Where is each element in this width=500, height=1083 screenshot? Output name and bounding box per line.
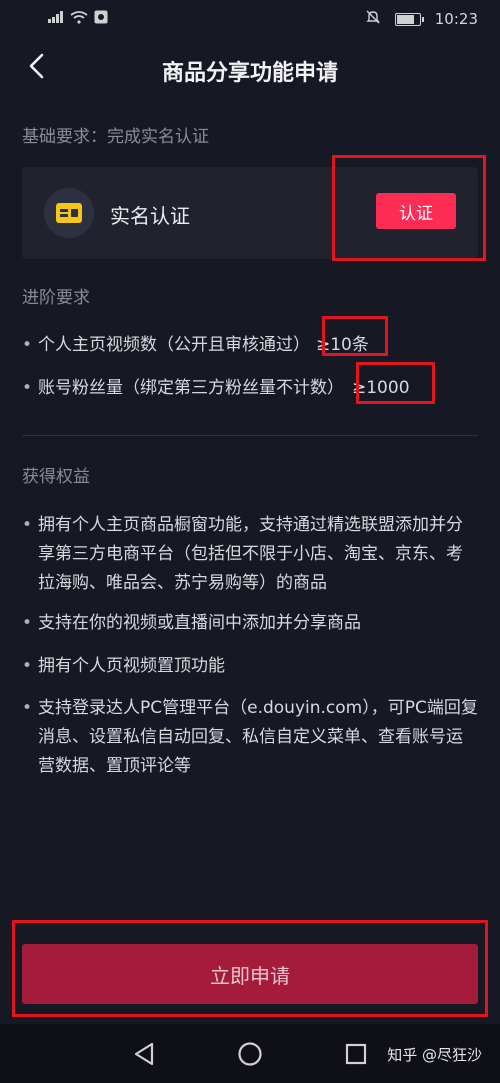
benefit-text: 支持登录达人PC管理平台（e.douyin.com），可PC端回复消息、设置私信…	[38, 698, 478, 776]
triangle-back-icon[interactable]	[130, 1040, 158, 1068]
battery-icon	[394, 12, 424, 26]
section-divider	[22, 435, 478, 436]
highlight-box-apply	[12, 920, 488, 1017]
highlight-box-verify	[332, 155, 486, 261]
highlight-box-videos	[322, 316, 388, 356]
requirement-item-followers: • 账号粉丝量（绑定第三方粉丝量不计数） ≥1000	[22, 373, 410, 398]
requirement-text: 账号粉丝量（绑定第三方粉丝量不计数）	[38, 378, 344, 398]
bullet-icon: •	[22, 335, 33, 355]
circle-home-icon[interactable]	[236, 1040, 264, 1068]
benefit-item: • 拥有个人主页商品橱窗功能，支持通过精选联盟添加并分享第三方电商平台（包括但不…	[22, 511, 478, 598]
signal-icon	[48, 11, 64, 27]
watermark: 知乎 @尽狂沙	[387, 1046, 482, 1064]
benefit-item: • 支持登录达人PC管理平台（e.douyin.com），可PC端回复消息、设置…	[22, 694, 478, 781]
id-card-icon	[44, 188, 94, 238]
benefit-item: • 拥有个人页视频置顶功能	[22, 652, 478, 681]
bullet-icon: •	[22, 656, 33, 676]
page-title: 商品分享功能申请	[161, 61, 338, 86]
requirement-text: 个人主页视频数（公开且审核通过）	[38, 335, 310, 355]
highlight-box-followers	[356, 362, 435, 404]
real-name-label: 实名认证	[110, 204, 190, 228]
benefit-text: 支持在你的视频或直播间中添加并分享商品	[38, 613, 361, 633]
bullet-icon: •	[22, 613, 33, 633]
top-nav-bar: 商品分享功能申请	[0, 38, 500, 100]
wifi-icon	[70, 10, 88, 28]
app-notification-icon	[94, 10, 108, 28]
mute-bell-icon	[365, 9, 381, 29]
bullet-icon: •	[22, 378, 33, 398]
benefit-text: 拥有个人主页商品橱窗功能，支持通过精选联盟添加并分享第三方电商平台（包括但不限于…	[38, 515, 463, 593]
bullet-icon: •	[22, 698, 33, 718]
status-bar: 10:23	[0, 0, 500, 38]
basic-requirement-label: 基础要求：完成实名认证	[22, 127, 209, 147]
requirement-item-videos: • 个人主页视频数（公开且审核通过） ≥10条	[22, 330, 369, 355]
advanced-requirement-label: 进阶要求	[22, 288, 90, 308]
benefit-text: 拥有个人页视频置顶功能	[38, 656, 225, 676]
system-nav-bar: 知乎 @尽狂沙	[0, 1024, 500, 1083]
bullet-icon: •	[22, 515, 33, 535]
square-recents-icon[interactable]	[342, 1040, 370, 1068]
benefits-label: 获得权益	[22, 467, 90, 487]
clock-time: 10:23	[434, 10, 478, 28]
benefit-item: • 支持在你的视频或直播间中添加并分享商品	[22, 609, 478, 638]
